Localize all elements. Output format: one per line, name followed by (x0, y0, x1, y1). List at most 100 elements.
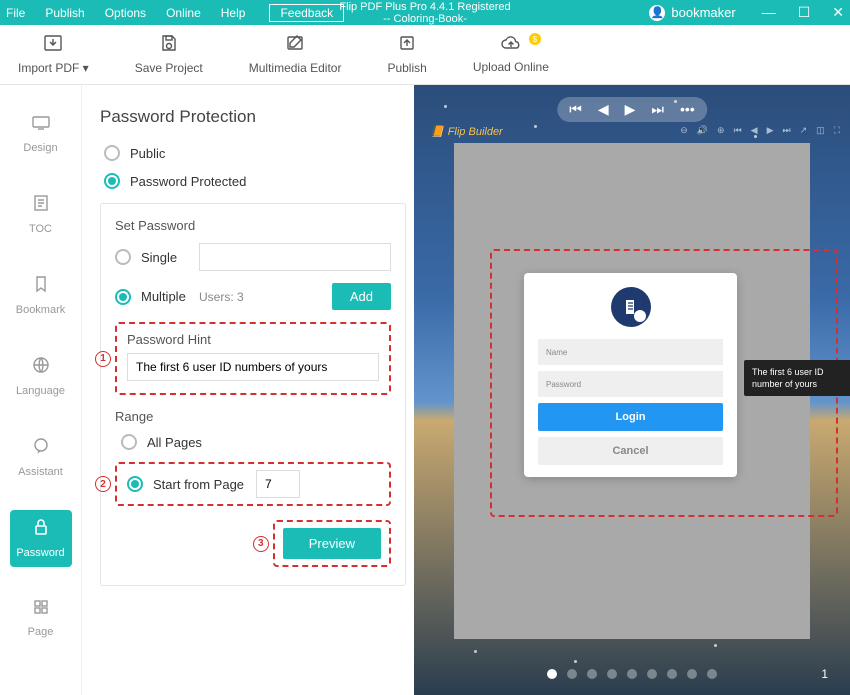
radio-start-from[interactable]: Start from Page (127, 476, 244, 492)
radio-public-label: Public (130, 146, 165, 161)
preview-mini-toolbar: ⊖ 🔊 ⊕ ⏮ ◀ ▶ ⏭ ↗ ◫ ⛶ (680, 125, 840, 136)
list-icon (32, 194, 50, 217)
multimedia-editor-button[interactable]: Multimedia Editor (249, 34, 342, 75)
prev-page-icon[interactable]: ◀ (598, 101, 609, 118)
preview-brand-label: Flip Builder (448, 126, 503, 138)
fullscreen-icon[interactable]: ⛶ (834, 125, 840, 136)
radio-protected-label: Password Protected (130, 174, 246, 189)
page-dot[interactable] (647, 669, 657, 679)
thumbs-icon[interactable]: ◫ (816, 125, 825, 136)
annotation-1-icon: 1 (95, 351, 111, 367)
password-panel: Password Protection Public Password Prot… (82, 85, 414, 695)
publish-button[interactable]: Publish (387, 34, 426, 75)
radio-circle-icon (104, 173, 120, 189)
login-button[interactable]: Login (538, 403, 723, 431)
sidenav-password[interactable]: Password (10, 510, 72, 567)
close-button[interactable]: ✕ (832, 4, 844, 21)
sidenav-page[interactable]: Page (10, 591, 72, 646)
menu-options[interactable]: Options (105, 6, 146, 20)
zoom-out-icon[interactable]: ⊖ (680, 125, 688, 136)
minimize-button[interactable]: — (762, 4, 776, 21)
radio-single-label: Single (141, 250, 177, 265)
mini-next-icon[interactable]: ▶ (767, 125, 774, 136)
set-password-label: Set Password (115, 218, 391, 233)
share-icon[interactable]: ↗ (800, 125, 808, 136)
menu-file[interactable]: File (6, 6, 25, 20)
sidenav-bookmark[interactable]: Bookmark (10, 267, 72, 324)
password-section: Set Password Single Multiple Users: 3 Ad… (100, 203, 406, 586)
globe-icon (32, 356, 50, 379)
annotation-3-icon: 3 (253, 536, 269, 552)
menu-bar: File Publish Options Online Help (6, 6, 245, 20)
import-label: Import PDF ▾ (18, 61, 89, 75)
sidenav-toc[interactable]: TOC (10, 186, 72, 243)
publish-icon (398, 34, 416, 57)
cancel-button[interactable]: Cancel (538, 437, 723, 465)
radio-all-pages[interactable]: All Pages (121, 434, 391, 450)
password-hint-input[interactable] (127, 353, 379, 381)
preview-pagination (547, 669, 717, 679)
mini-prev-icon[interactable]: ◀ (751, 125, 758, 136)
start-page-input[interactable] (256, 470, 300, 498)
sidenav-bookmark-label: Bookmark (16, 304, 66, 316)
edit-icon (286, 34, 304, 57)
radio-public[interactable]: Public (104, 145, 406, 161)
menu-help[interactable]: Help (221, 6, 246, 20)
feedback-button[interactable]: Feedback (269, 4, 344, 22)
avatar-icon: 👤 (649, 5, 665, 21)
page-dot[interactable] (587, 669, 597, 679)
radio-multiple[interactable]: Multiple (115, 289, 187, 305)
sound-icon[interactable]: 🔊 (697, 125, 708, 136)
page-dot[interactable] (687, 669, 697, 679)
login-password-input[interactable]: Password (538, 371, 723, 397)
page-dot[interactable] (547, 669, 557, 679)
save-icon (160, 34, 178, 57)
mini-first-icon[interactable]: ⏮ (734, 125, 742, 136)
radio-start-from-label: Start from Page (153, 477, 244, 492)
next-page-icon[interactable]: ▶ (625, 101, 636, 118)
page-dot[interactable] (567, 669, 577, 679)
more-icon[interactable]: ••• (680, 101, 695, 118)
toolbar: Import PDF ▾ Save Project Multimedia Edi… (0, 25, 850, 85)
page-dot[interactable] (667, 669, 677, 679)
start-from-page-group: 2 Start from Page (115, 462, 391, 506)
menu-publish[interactable]: Publish (45, 6, 84, 20)
sidenav-design[interactable]: Design (10, 107, 72, 162)
main-area: Design TOC Bookmark Language Assistant P… (0, 85, 850, 695)
user-badge[interactable]: 👤 bookmaker (649, 5, 735, 21)
page-dot[interactable] (707, 669, 717, 679)
menu-online[interactable]: Online (166, 6, 201, 20)
single-password-input[interactable] (199, 243, 391, 271)
save-project-button[interactable]: Save Project (135, 34, 203, 75)
upload-online-button[interactable]: $ Upload Online (473, 35, 549, 74)
radio-all-pages-label: All Pages (147, 435, 202, 450)
preview-brand: 📙 Flip Builder (430, 125, 503, 138)
import-pdf-button[interactable]: Import PDF ▾ (18, 34, 89, 75)
first-page-icon[interactable]: ⏮ (569, 101, 582, 118)
radio-circle-icon (127, 476, 143, 492)
sidenav-assistant[interactable]: Assistant (10, 429, 72, 486)
mm-label: Multimedia Editor (249, 61, 342, 75)
book-icon: 📙 (430, 125, 444, 138)
zoom-in-icon[interactable]: ⊕ (717, 125, 725, 136)
upload-label: Upload Online (473, 60, 549, 74)
last-page-icon[interactable]: ⏭ (651, 101, 664, 118)
monitor-icon (31, 115, 51, 136)
mini-last-icon[interactable]: ⏭ (783, 125, 791, 136)
app-title-line1: Flip PDF Plus Pro 4.4.1 Registered (339, 1, 510, 13)
lock-badge-icon (611, 287, 651, 327)
page-dot[interactable] (607, 669, 617, 679)
save-label: Save Project (135, 61, 203, 75)
page-dot[interactable] (627, 669, 637, 679)
add-button[interactable]: Add (332, 283, 391, 310)
sidenav-page-label: Page (28, 626, 54, 638)
maximize-button[interactable]: ☐ (798, 4, 811, 21)
preview-nav-controls: ⏮ ◀ ▶ ⏭ ••• (557, 97, 707, 122)
radio-protected[interactable]: Password Protected (104, 173, 406, 189)
radio-single[interactable]: Single (115, 249, 187, 265)
radio-circle-icon (115, 249, 131, 265)
login-name-input[interactable]: Name (538, 339, 723, 365)
sidenav-language[interactable]: Language (10, 348, 72, 405)
grid-icon (33, 599, 49, 620)
preview-button[interactable]: Preview (283, 528, 381, 559)
